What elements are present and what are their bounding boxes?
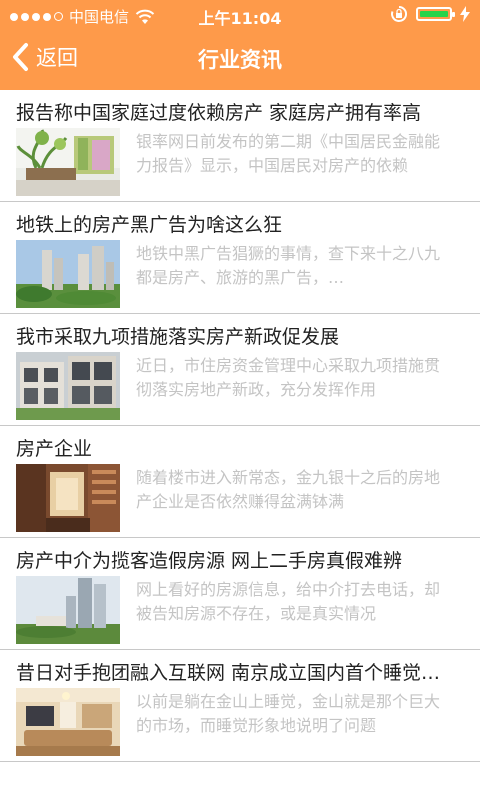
article-title: 房产企业 <box>16 438 93 460</box>
article-summary: 以前是躺在金山上睡觉，金山就是那个巨大的市场，而睡觉形象地说明了问题 <box>136 692 441 735</box>
article-thumbnail <box>16 576 120 644</box>
navigation-bar: 返回 行业资讯 <box>0 30 480 90</box>
rotation-lock-icon <box>391 5 408 22</box>
article-title: 报告称中国家庭过度依赖房产 家庭房产拥有率高 <box>16 102 422 124</box>
list-item[interactable]: 我市采取九项措施落实房产新政促发展 近日，市住房资金管理中心采取九项措施贯彻落实… <box>0 314 480 426</box>
article-summary: 随着楼市进入新常态，金九银十之后的房地产企业是否依然赚得盆满钵满 <box>136 468 441 511</box>
news-list: 报告称中国家庭过度依赖房产 家庭房产拥有率高 银率网日前发布的第二期《中国居民金… <box>0 90 480 762</box>
page-title: 行业资讯 <box>198 48 282 72</box>
list-item[interactable]: 房产企业 随着楼市进入新常态，金九银十之后的房地产企业是否依然赚得盆满钵满 <box>0 426 480 538</box>
list-item[interactable]: 房产中介为揽客造假房源 网上二手房真假难辨 网上看好的房源信息，给中介打去电话，… <box>0 538 480 650</box>
list-item[interactable]: 昔日对手抱团融入互联网 南京成立国内首个睡觉产业 以前是躺在金山上睡觉，金山就是… <box>0 650 480 762</box>
article-summary: 银率网日前发布的第二期《中国居民金融能力报告》显示，中国居民对房产的依赖 <box>136 132 441 175</box>
status-bar: 中国电信 上午11:04 <box>0 0 480 30</box>
article-title: 昔日对手抱团融入互联网 南京成立国内首个睡觉产业 <box>16 662 456 684</box>
article-title: 房产中介为揽客造假房源 网上二手房真假难辨 <box>16 550 403 572</box>
list-item[interactable]: 报告称中国家庭过度依赖房产 家庭房产拥有率高 银率网日前发布的第二期《中国居民金… <box>0 90 480 202</box>
charging-icon <box>460 6 470 22</box>
article-title: 我市采取九项措施落实房产新政促发展 <box>16 326 340 348</box>
article-thumbnail <box>16 688 120 756</box>
article-summary: 近日，市住房资金管理中心采取九项措施贯彻落实房地产新政，充分发挥作用 <box>136 356 441 399</box>
article-thumbnail <box>16 352 120 420</box>
article-title: 地铁上的房产黑广告为啥这么狂 <box>16 214 283 236</box>
article-summary: 网上看好的房源信息，给中介打去电话，却被告知房源不存在，或是真实情况 <box>136 580 441 623</box>
article-summary: 地铁中黑广告猖獗的事情，查下来十之八九都是房产、旅游的黑广告，… <box>136 244 441 287</box>
article-thumbnail <box>16 240 120 308</box>
article-thumbnail <box>16 464 120 532</box>
header: 中国电信 上午11:04 返回 行业资讯 <box>0 0 480 90</box>
battery-icon <box>416 7 455 21</box>
article-thumbnail <box>16 128 120 196</box>
list-item[interactable]: 地铁上的房产黑广告为啥这么狂 地铁中黑广告猖獗的事情，查下来十之八九都是房产、旅… <box>0 202 480 314</box>
